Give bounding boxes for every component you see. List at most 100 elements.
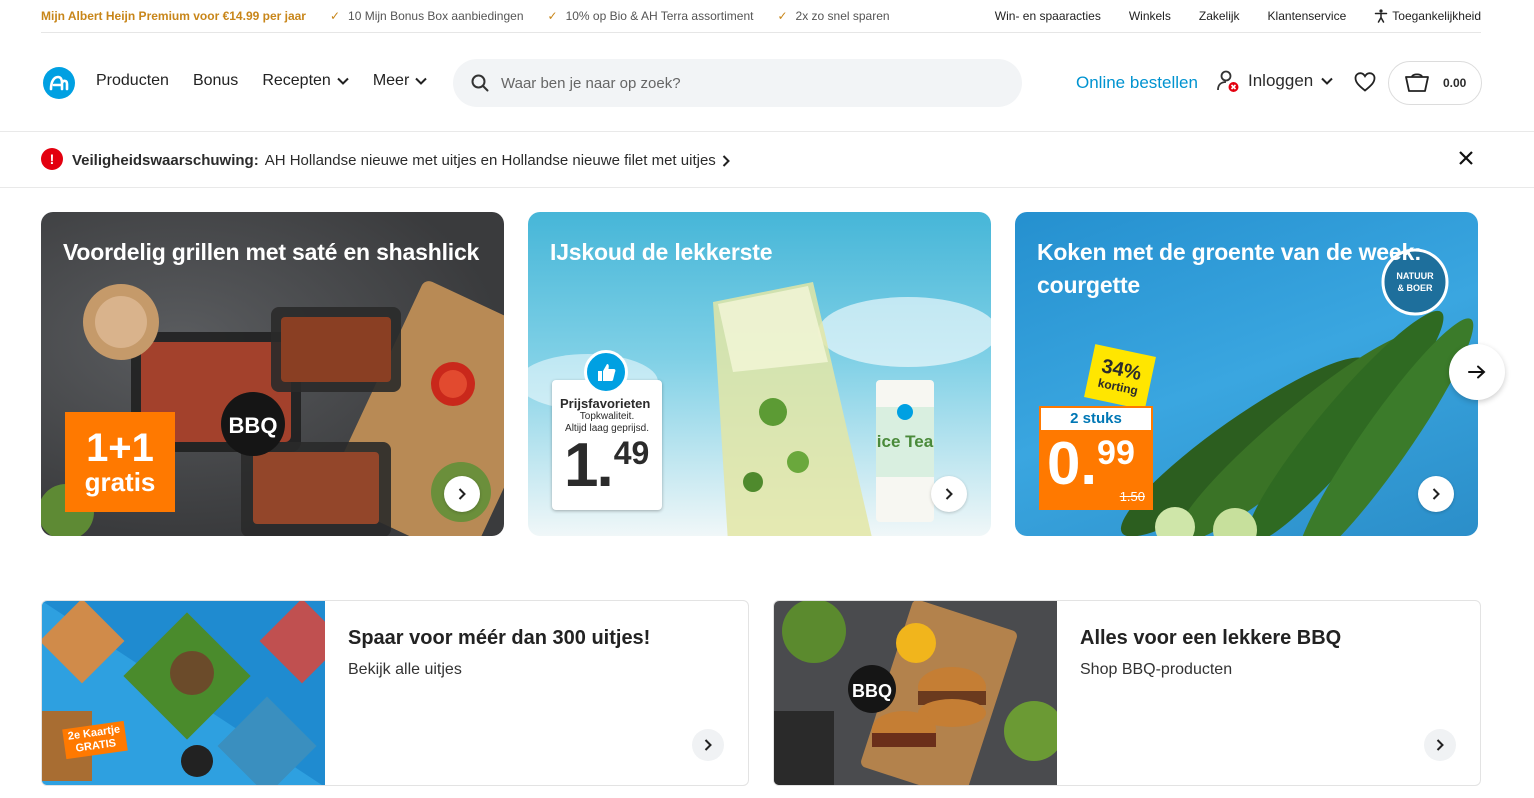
price-integer: 1 — [564, 431, 599, 500]
nav-label: Recepten — [262, 72, 331, 89]
usp-item: ✓ 10% op Bio & AH Terra assortiment — [548, 9, 754, 23]
hero-arrow-button[interactable] — [931, 476, 967, 512]
hero-arrow-button[interactable] — [1418, 476, 1454, 512]
cart-total: 0.00 — [1443, 76, 1467, 90]
hero-title: Koken met de groente van de week: courge… — [1037, 239, 1422, 298]
price-value: 1 . 49 — [564, 434, 649, 498]
chevron-right-icon — [945, 488, 953, 500]
top-bar: Mijn Albert Heijn Premium voor €14.99 pe… — [41, 0, 1481, 33]
promo-subtitle: Shop BBQ-producten — [1080, 661, 1233, 678]
check-icon: ✓ — [329, 9, 341, 23]
promo-badge: 1+1 gratis — [65, 412, 175, 512]
search-bar[interactable] — [453, 59, 1022, 107]
close-alert-button[interactable] — [1458, 150, 1474, 170]
uitjes-collage-image — [42, 601, 325, 785]
nav-bonus[interactable]: Bonus — [193, 72, 238, 90]
svg-text:BBQ: BBQ — [229, 413, 278, 438]
thumbs-up-icon — [584, 350, 628, 394]
product-label: ice Tea — [877, 432, 934, 451]
basket-icon — [1405, 73, 1429, 92]
safety-alert: ! Veiligheidswaarschuwing: AH Hollandse … — [0, 132, 1534, 188]
favorites-button[interactable] — [1354, 72, 1376, 97]
price-box: 0 . 99 1.50 — [1039, 430, 1153, 510]
cart-button[interactable]: 0.00 — [1388, 61, 1482, 105]
service-links: Win- en spaaracties Winkels Zakelijk Kla… — [995, 9, 1481, 23]
promo-card-uitjes[interactable]: 2e Kaartje GRATIS Spaar voor méér dan 30… — [41, 600, 749, 786]
price-favorite-card: Prijsfavorieten Topkwaliteit. Altijd laa… — [552, 350, 662, 510]
ah-logo[interactable] — [43, 67, 75, 99]
check-icon: ✓ — [777, 9, 788, 23]
hero-card-icetea[interactable]: IJskoud de lekkerste ice Tea Prijsfavori… — [528, 212, 991, 536]
heart-icon — [1354, 72, 1376, 92]
main-nav: Producten Bonus Recepten Meer — [96, 72, 427, 90]
accessibility-icon — [1375, 9, 1388, 23]
chevron-right-icon — [1432, 488, 1440, 500]
price-integer: 0 — [1047, 430, 1081, 497]
arrow-right-icon — [1468, 365, 1486, 379]
chevron-right-icon — [722, 154, 730, 167]
chevron-right-icon — [1436, 739, 1444, 751]
usp-label: 10% op Bio & AH Terra assortiment — [565, 9, 754, 23]
klantenservice-link[interactable]: Klantenservice — [1268, 9, 1347, 23]
alert-link[interactable]: Veiligheidswaarschuwing: AH Hollandse ni… — [72, 152, 730, 169]
warning-icon: ! — [41, 148, 63, 170]
alert-message: AH Hollandse nieuwe met uitjes en Hollan… — [264, 152, 716, 169]
usp-label: 2x zo snel sparen — [795, 9, 890, 23]
chevron-down-icon — [337, 77, 349, 85]
promo-title: Alles voor een lekkere BBQ — [1080, 627, 1342, 649]
promo-card-bbq[interactable]: BBQ Alles voor een lekkere BBQ Shop BBQ-… — [773, 600, 1481, 786]
search-icon — [471, 74, 489, 92]
user-icon — [1217, 70, 1239, 92]
check-icon: ✓ — [547, 9, 558, 23]
nav-label: Producten — [96, 72, 169, 89]
online-bestellen-link[interactable]: Online bestellen — [1076, 73, 1198, 93]
hero-title: IJskoud de lekkerste — [550, 239, 773, 265]
nav-label: Meer — [372, 72, 410, 89]
old-price: 1.50 — [1119, 489, 1145, 504]
premium-link[interactable]: Mijn Albert Heijn Premium voor €14.99 pe… — [41, 9, 306, 23]
zakelijk-link[interactable]: Zakelijk — [1199, 9, 1240, 23]
bbq-tag: BBQ — [852, 681, 892, 701]
chevron-right-icon — [704, 739, 712, 751]
accessibility-link[interactable]: Toegankelijkheid — [1374, 9, 1481, 23]
qty-label: 2 stuks — [1039, 406, 1153, 430]
hero-card-bbq[interactable]: Voordelig grillen met saté en shashlick … — [41, 212, 504, 536]
ah-logo-icon — [49, 75, 69, 91]
bonus-price-tag: 2 stuks 0 . 99 1.50 — [1039, 406, 1153, 510]
nav-label: Bonus — [192, 72, 239, 89]
price-dot: . — [596, 431, 614, 500]
price-decimals: 99 — [1097, 434, 1135, 472]
nav-recepten[interactable]: Recepten — [262, 72, 349, 90]
carousel-next-button[interactable] — [1449, 344, 1505, 400]
hero-card-courgette[interactable]: Koken met de groente van de week: courge… — [1015, 212, 1478, 536]
price-decimals: 49 — [613, 435, 650, 471]
chevron-down-icon — [415, 77, 427, 85]
hero-arrow-button[interactable] — [444, 476, 480, 512]
close-icon — [1459, 151, 1473, 165]
badge-line1: 1+1 — [86, 426, 154, 470]
promo-arrow-button[interactable] — [1424, 729, 1456, 761]
chevron-right-icon — [458, 488, 466, 500]
login-button[interactable]: Inloggen — [1216, 69, 1333, 93]
accessibility-label: Toegankelijkheid — [1392, 9, 1481, 23]
promo-title: Spaar voor méér dan 300 uitjes! — [348, 627, 651, 649]
winkels-link[interactable]: Winkels — [1129, 9, 1171, 23]
badge-line2: gratis — [84, 467, 156, 497]
nav-producten[interactable]: Producten — [96, 72, 169, 90]
main-header: Producten Bonus Recepten Meer Online bes… — [0, 34, 1534, 132]
chevron-down-icon — [1321, 77, 1333, 85]
hero-title: Voordelig grillen met saté en shashlick — [63, 239, 480, 265]
bbq-burger-image: BBQ — [774, 601, 1057, 785]
usp-label: 10 Mijn Bonus Box aanbiedingen — [348, 9, 524, 23]
promo-subtitle: Bekijk alle uitjes — [348, 661, 462, 678]
win-spaaracties-link[interactable]: Win- en spaaracties — [995, 9, 1101, 23]
price-dot: . — [1080, 430, 1098, 497]
promo-arrow-button[interactable] — [692, 729, 724, 761]
usp-item: ✓ 2x zo snel sparen — [777, 9, 889, 23]
login-label: Inloggen — [1248, 71, 1314, 90]
price-label: Prijsfavorieten — [560, 396, 651, 411]
usp-item: ✓ 10 Mijn Bonus Box aanbiedingen — [330, 9, 524, 23]
price-sub1: Topkwaliteit. — [579, 411, 635, 422]
search-input[interactable] — [501, 74, 981, 92]
nav-meer[interactable]: Meer — [373, 72, 427, 90]
